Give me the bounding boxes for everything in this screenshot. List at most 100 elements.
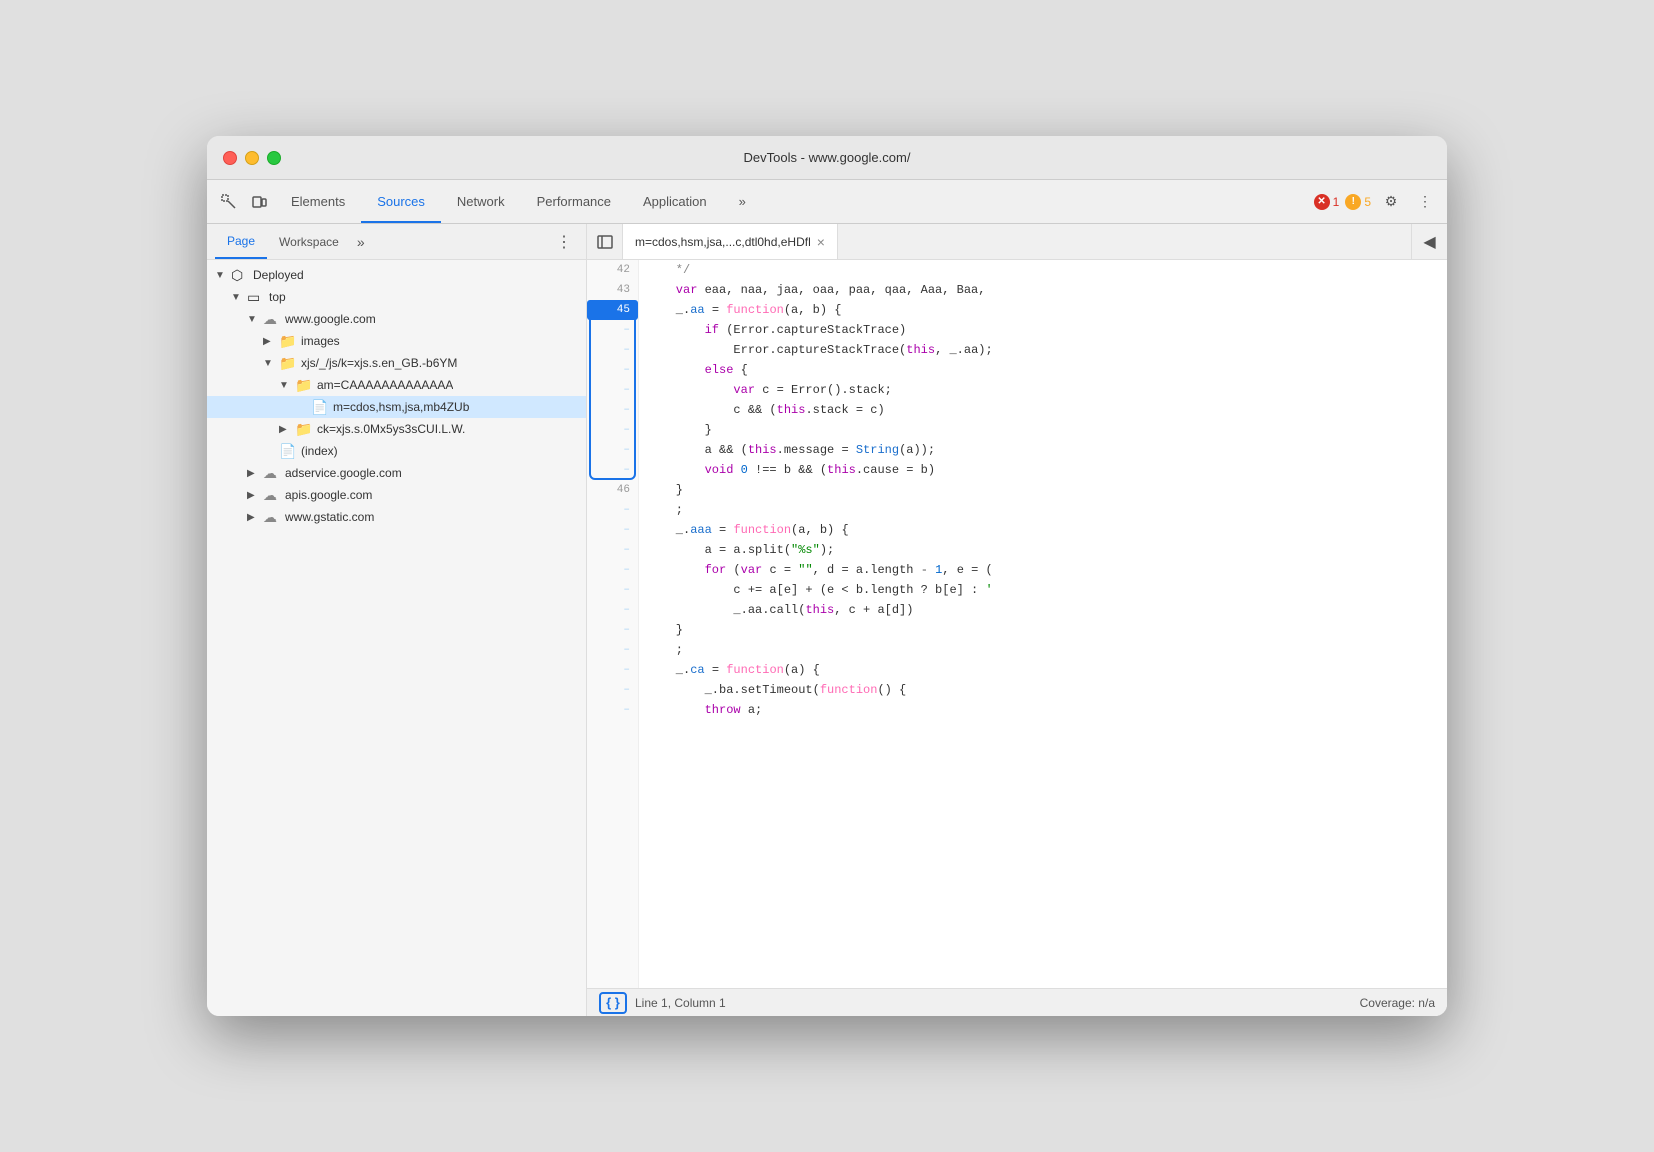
tab-performance[interactable]: Performance: [521, 180, 627, 223]
tree-label: www.google.com: [285, 312, 376, 326]
code-line: var eaa, naa, jaa, oaa, paa, qaa, Aaa, B…: [647, 280, 1439, 300]
tab-sources[interactable]: Sources: [361, 180, 441, 223]
line-numbers: 42 43 45 – – – – – – – – 46 – – – – –: [587, 260, 639, 988]
code-line: void 0 !== b && (this.cause = b): [647, 460, 1439, 480]
code-line: var c = Error().stack;: [647, 380, 1439, 400]
tree-arrow: ▼: [231, 292, 247, 303]
tab-close-icon[interactable]: ×: [817, 234, 825, 250]
line-number: –: [587, 520, 638, 540]
code-line: Error.captureStackTrace(this, _.aa);: [647, 340, 1439, 360]
collapse-panel-icon[interactable]: ◀: [1411, 224, 1447, 259]
code-line: _.aa = function(a, b) {: [647, 300, 1439, 320]
tab-bar: Elements Sources Network Performance App…: [275, 180, 1312, 223]
tree-item-images[interactable]: ▶ 📁 images: [207, 330, 586, 352]
code-line: _.ca = function(a) {: [647, 660, 1439, 680]
folder-icon: 📁: [279, 333, 297, 350]
settings-icon[interactable]: ⚙: [1377, 188, 1405, 216]
line-number: –: [587, 560, 638, 580]
tree-label: adservice.google.com: [285, 466, 402, 480]
tree-arrow: ▶: [279, 424, 295, 435]
code-line: a && (this.message = String(a));: [647, 440, 1439, 460]
tree-label: m=cdos,hsm,jsa,mb4ZUb: [333, 400, 469, 414]
line-number-active: 45: [587, 300, 638, 320]
tree-arrow: ▶: [263, 336, 279, 347]
tab-elements[interactable]: Elements: [275, 180, 361, 223]
tree-item-xjs[interactable]: ▼ 📁 xjs/_/js/k=xjs.s.en_GB.-b6YM: [207, 352, 586, 374]
line-number: –: [587, 460, 638, 480]
code-line: ;: [647, 500, 1439, 520]
main-content: Page Workspace » ⋮ ▼ ⬡ Deployed: [207, 224, 1447, 1016]
traffic-lights: [223, 151, 281, 165]
tree-arrow: ▼: [247, 314, 263, 325]
tree-item-google[interactable]: ▼ ☁ www.google.com: [207, 308, 586, 330]
tree-item-ck[interactable]: ▶ 📁 ck=xjs.s.0Mx5ys3sCUI.L.W.: [207, 418, 586, 440]
tree-arrow: ▼: [263, 358, 279, 369]
tab-application[interactable]: Application: [627, 180, 723, 223]
warning-icon: !: [1345, 194, 1361, 210]
tab-more[interactable]: »: [723, 180, 762, 223]
line-number: –: [587, 600, 638, 620]
line-number: –: [587, 360, 638, 380]
sidebar-tab-page[interactable]: Page: [215, 224, 267, 259]
file-tab-label: m=cdos,hsm,jsa,...c,dtl0hd,eHDfl: [635, 235, 811, 249]
inspect-icon[interactable]: [215, 188, 243, 216]
tree-item-index[interactable]: 📄 (index): [207, 440, 586, 462]
tree-item-top[interactable]: ▼ ▭ top: [207, 286, 586, 308]
tab-network[interactable]: Network: [441, 180, 521, 223]
tree-item-adservice[interactable]: ▶ ☁ adservice.google.com: [207, 462, 586, 484]
tree-label: Deployed: [253, 268, 304, 282]
code-line: _.aa.call(this, c + a[d]): [647, 600, 1439, 620]
tree-item-file-selected[interactable]: 📄 m=cdos,hsm,jsa,mb4ZUb: [207, 396, 586, 418]
sidebar-menu-button[interactable]: ⋮: [550, 224, 578, 259]
line-number: –: [587, 400, 638, 420]
tree-item-deployed[interactable]: ▼ ⬡ Deployed: [207, 264, 586, 286]
code-line: a = a.split("%s");: [647, 540, 1439, 560]
tree-label: xjs/_/js/k=xjs.s.en_GB.-b6YM: [301, 356, 457, 370]
tree-label: www.gstatic.com: [285, 510, 374, 524]
line-number: –: [587, 440, 638, 460]
tree-arrow: ▼: [215, 270, 231, 281]
line-number: –: [587, 700, 638, 720]
line-number: –: [587, 680, 638, 700]
sidebar-tab-more[interactable]: »: [351, 224, 371, 259]
sidebar-tree: ▼ ⬡ Deployed ▼ ▭ top ▼ ☁ www.google.com: [207, 260, 586, 1016]
line-number: –: [587, 420, 638, 440]
line-number: –: [587, 340, 638, 360]
tree-item-apis[interactable]: ▶ ☁ apis.google.com: [207, 484, 586, 506]
minimize-button[interactable]: [245, 151, 259, 165]
folder-icon: 📁: [279, 355, 297, 372]
code-content[interactable]: */ var eaa, naa, jaa, oaa, paa, qaa, Aaa…: [639, 260, 1447, 988]
code-panel: m=cdos,hsm,jsa,...c,dtl0hd,eHDfl × ◀ 42 …: [587, 224, 1447, 1016]
line-number: –: [587, 640, 638, 660]
code-tabs: m=cdos,hsm,jsa,...c,dtl0hd,eHDfl × ◀: [587, 224, 1447, 260]
line-number: –: [587, 620, 638, 640]
coverage-status: Coverage: n/a: [1360, 996, 1435, 1010]
code-file-tab[interactable]: m=cdos,hsm,jsa,...c,dtl0hd,eHDfl ×: [623, 224, 838, 259]
close-button[interactable]: [223, 151, 237, 165]
tree-arrow: ▶: [247, 490, 263, 501]
line-number: –: [587, 380, 638, 400]
toolbar-right: ✕ 1 ! 5 ⚙ ⋮: [1314, 188, 1439, 216]
code-line: if (Error.captureStackTrace): [647, 320, 1439, 340]
tree-arrow: ▶: [247, 468, 263, 479]
maximize-button[interactable]: [267, 151, 281, 165]
sidebar: Page Workspace » ⋮ ▼ ⬡ Deployed: [207, 224, 587, 1016]
code-line: }: [647, 620, 1439, 640]
format-braces-button[interactable]: { }: [599, 992, 627, 1014]
cube-icon: ⬡: [231, 267, 249, 284]
error-badge: ✕ 1: [1314, 194, 1340, 210]
cloud-icon: ☁: [263, 487, 281, 504]
cloud-icon: ☁: [263, 465, 281, 482]
tree-label: images: [301, 334, 340, 348]
line-number: –: [587, 540, 638, 560]
folder-icon: 📁: [295, 377, 313, 394]
line-number: –: [587, 320, 638, 340]
sidebar-tab-workspace[interactable]: Workspace: [267, 224, 351, 259]
window-title: DevTools - www.google.com/: [744, 150, 911, 165]
tree-item-gstatic[interactable]: ▶ ☁ www.gstatic.com: [207, 506, 586, 528]
tree-item-am[interactable]: ▼ 📁 am=CAAAAAAAAAAAAA: [207, 374, 586, 396]
kebab-menu-icon[interactable]: ⋮: [1411, 188, 1439, 216]
sidebar-toggle-icon[interactable]: [587, 224, 623, 259]
device-toggle-icon[interactable]: [245, 188, 273, 216]
tree-label: apis.google.com: [285, 488, 372, 502]
